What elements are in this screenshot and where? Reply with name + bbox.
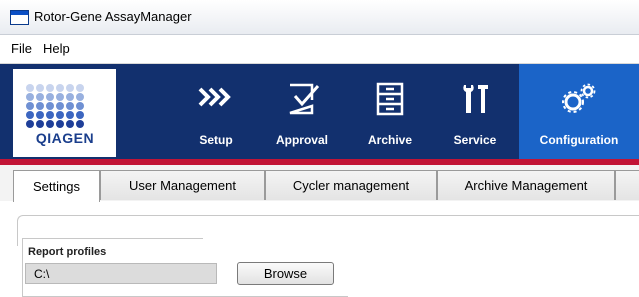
browse-button[interactable]: Browse [237, 262, 334, 285]
tab-user-management-label: User Management [129, 178, 236, 193]
toolbar-archive-label: Archive [367, 133, 413, 147]
logo-dot [66, 102, 74, 110]
logo-dot [46, 93, 54, 101]
logo-dot [46, 120, 54, 128]
tab-archive-management-label: Archive Management [464, 178, 588, 193]
menu-help[interactable]: Help [43, 41, 70, 56]
report-profiles-path-field[interactable]: C:\ [25, 263, 217, 284]
toolbar-configuration-label: Configuration [539, 133, 619, 147]
logo-dot [56, 102, 64, 110]
toolbar-archive-button[interactable]: Archive [350, 64, 430, 159]
toolbar-approval-label: Approval [275, 133, 328, 147]
tab-cycler-management[interactable]: Cycler management [265, 170, 437, 200]
settings-content-area [0, 201, 639, 246]
tab-archive-management[interactable]: Archive Management [437, 170, 615, 200]
logo-dot [76, 120, 84, 128]
logo-dot [46, 84, 54, 92]
tab-user-management[interactable]: User Management [100, 170, 265, 200]
archive-icon [376, 82, 404, 116]
logo-dot [66, 93, 74, 101]
toolbar-service-button[interactable]: Service [436, 64, 514, 159]
logo-dot [36, 111, 44, 119]
logo-dot [26, 120, 34, 128]
toolbar-service-label: Service [453, 133, 497, 147]
logo-dot [66, 84, 74, 92]
toolbar-configuration-button[interactable]: Configuration [519, 64, 639, 159]
tab-settings[interactable]: Settings [13, 170, 100, 202]
logo-dot [56, 111, 64, 119]
logo-dot [46, 102, 54, 110]
logo-dot [66, 111, 74, 119]
app-window-icon [10, 10, 29, 25]
logo-brand-text: QIAGEN [35, 130, 95, 146]
logo-dot [76, 111, 84, 119]
logo-dot [36, 93, 44, 101]
menu-file[interactable]: File [11, 41, 32, 56]
logo-dot [26, 111, 34, 119]
toolbar-approval-button[interactable]: Approval [262, 64, 342, 159]
gears-icon [562, 83, 596, 113]
logo-dot [76, 102, 84, 110]
logo-dot [56, 120, 64, 128]
toolbar-setup-label: Setup [199, 133, 233, 147]
report-profiles-label: Report profiles [28, 246, 107, 258]
tools-icon [463, 85, 488, 113]
window-title: Rotor-Gene AssayManager [34, 9, 192, 24]
logo-dot [36, 120, 44, 128]
logo-dot [46, 111, 54, 119]
toolbar-setup-button[interactable]: Setup [176, 64, 256, 159]
logo-dot [56, 93, 64, 101]
logo-dot [26, 93, 34, 101]
logo-dot [56, 84, 64, 92]
title-bar: Rotor-Gene AssayManager [0, 0, 639, 35]
report-profiles-group: Report profiles C:\ Browse [22, 238, 348, 297]
tab-overflow[interactable] [615, 170, 639, 200]
logo-dot [36, 102, 44, 110]
chevrons-right-icon [198, 87, 231, 107]
logo-dot [76, 84, 84, 92]
approval-check-icon [289, 83, 320, 115]
logo-dot [26, 102, 34, 110]
tab-strip: Settings User Management Cycler manageme… [0, 165, 639, 202]
logo-dot [76, 93, 84, 101]
logo-dot [36, 84, 44, 92]
menu-bar: File Help [0, 35, 639, 64]
qiagen-logo: QIAGEN [13, 69, 116, 157]
logo-dot [26, 84, 34, 92]
logo-dot [66, 120, 74, 128]
tab-settings-label: Settings [33, 179, 80, 194]
tab-cycler-management-label: Cycler management [292, 178, 410, 193]
